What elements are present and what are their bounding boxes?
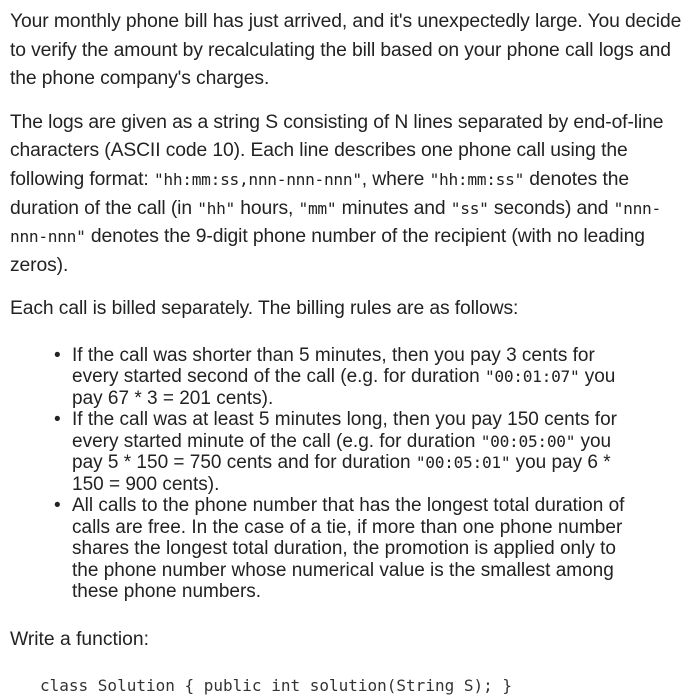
text-span: hours, bbox=[235, 197, 299, 219]
intro-paragraph: Your monthly phone bill has just arrived… bbox=[10, 8, 691, 94]
bullet-icon: • bbox=[54, 409, 61, 431]
intro-text: Your monthly phone bill has just arrived… bbox=[10, 11, 682, 90]
bullet-icon: • bbox=[54, 344, 61, 366]
bullet-icon: • bbox=[54, 495, 61, 517]
billing-rules-heading: Each call is billed separately. The bill… bbox=[10, 295, 691, 324]
text-span: seconds) and bbox=[488, 197, 614, 219]
text-span: minutes and bbox=[336, 197, 451, 219]
text-span: Each call is billed separately. The bill… bbox=[10, 298, 519, 320]
log-format-paragraph: The logs are given as a string S consist… bbox=[10, 109, 691, 281]
format-code: "hh:mm:ss,nnn-nnn-nnn" bbox=[153, 169, 362, 189]
write-function-label: Write a function: bbox=[10, 628, 149, 650]
rule-short-call: • If the call was shorter than 5 minutes,… bbox=[54, 345, 644, 410]
seconds-code: "ss" bbox=[450, 198, 489, 218]
example-duration-code: "00:05:00" bbox=[480, 431, 576, 451]
problem-statement: Your monthly phone bill has just arrived… bbox=[0, 0, 691, 697]
duration-code: "hh:mm:ss" bbox=[429, 169, 525, 189]
hours-code: "hh" bbox=[197, 198, 236, 218]
text-span: , where bbox=[361, 168, 430, 190]
rule-free-calls: • All calls to the phone number that has … bbox=[54, 495, 644, 603]
text-span: All calls to the phone number that has t… bbox=[72, 495, 625, 603]
rule-long-call: • If the call was at least 5 minutes long… bbox=[54, 409, 644, 495]
text-span: denotes the 9-digit phone number of the … bbox=[10, 226, 645, 276]
minutes-code: "mm" bbox=[298, 198, 337, 218]
example-duration-code: "00:05:01" bbox=[415, 453, 511, 473]
example-duration-code: "00:01:07" bbox=[484, 367, 580, 387]
billing-rules-list: • If the call was shorter than 5 minutes,… bbox=[10, 345, 691, 603]
